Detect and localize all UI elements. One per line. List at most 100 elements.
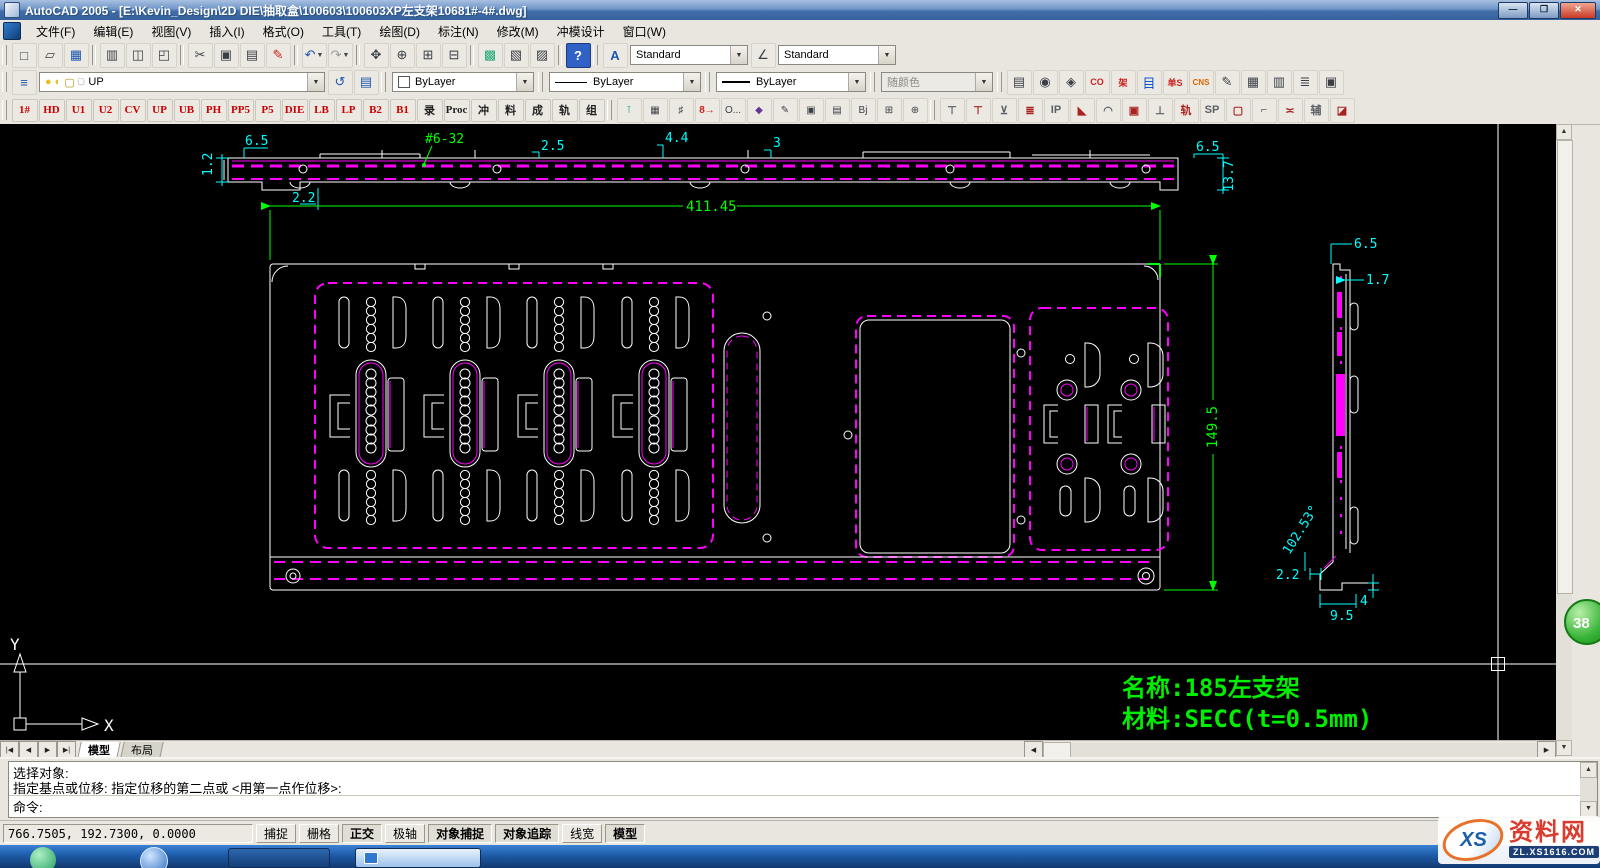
die-tool-icon[interactable]: Bj (851, 98, 876, 123)
die-module-button[interactable]: 1# (12, 99, 38, 122)
properties-toolbar-icon[interactable]: ▦ (1241, 70, 1266, 95)
menu-item[interactable]: 视图(V) (142, 21, 200, 42)
toolbar-grip[interactable] (593, 45, 598, 65)
properties-toolbar-icon[interactable]: ≣ (1293, 70, 1318, 95)
properties-toolbar-icon[interactable]: ▣ (1319, 70, 1344, 95)
die-tool-icon[interactable]: O... (721, 98, 746, 123)
die-tool-icon[interactable]: ⊺ (617, 98, 642, 123)
die-tool-icon[interactable]: 8→ (695, 98, 720, 123)
prev-tab-icon[interactable]: ◀ (19, 741, 38, 758)
properties-toolbar-icon[interactable]: ✎ (1215, 70, 1240, 95)
die-tool-icon[interactable]: ▣ (799, 98, 824, 123)
color-combo[interactable]: ByLayer ▼ (392, 72, 534, 92)
toolbar-grip[interactable] (930, 100, 935, 120)
command-prompt[interactable]: 命令: (13, 797, 1577, 812)
toolbar-grip[interactable] (705, 72, 710, 92)
die-tool-icon[interactable]: ⊕ (903, 98, 928, 123)
status-toggle[interactable]: 极轴 (385, 824, 425, 843)
die-module-button[interactable]: B1 (390, 99, 416, 122)
help-icon[interactable]: ? (566, 43, 591, 68)
properties-toolbar-icon[interactable]: CNS (1189, 70, 1214, 95)
lineweight-combo[interactable]: ByLayer ▼ (716, 72, 866, 92)
punch-tool-icon[interactable]: ⊻ (992, 98, 1017, 123)
die-module-button[interactable]: Proc (444, 99, 470, 122)
die-tool-icon[interactable]: ▦ (643, 98, 668, 123)
layer-previous-icon[interactable]: ↺ (328, 70, 353, 95)
first-tab-icon[interactable]: |◀ (0, 741, 19, 758)
menu-item[interactable]: 标注(N) (429, 21, 488, 42)
die-module-button[interactable]: 录 (417, 99, 443, 122)
punch-tool-icon[interactable]: SP (1200, 98, 1225, 123)
menu-item[interactable]: 工具(T) (313, 21, 370, 42)
zoom-window-icon[interactable]: ⊞ (416, 43, 441, 68)
die-module-button[interactable]: B2 (363, 99, 389, 122)
status-toggle[interactable]: 正交 (342, 824, 382, 843)
chevron-down-icon[interactable]: ▼ (683, 73, 700, 91)
die-module-button[interactable]: 组 (579, 99, 605, 122)
chevron-down-icon[interactable]: ▼ (730, 46, 747, 64)
die-module-button[interactable]: CV (120, 99, 146, 122)
properties-toolbar-icon[interactable]: ▥ (1267, 70, 1292, 95)
minimize-button[interactable]: — (1498, 2, 1528, 19)
die-module-button[interactable]: PP5 (228, 99, 254, 122)
punch-tool-icon[interactable]: ◣ (1070, 98, 1095, 123)
scroll-right-icon[interactable]: ▶ (1537, 741, 1556, 758)
toolbar-grip[interactable] (607, 100, 612, 120)
plot-preview-icon[interactable]: ◫ (126, 43, 151, 68)
next-tab-icon[interactable]: ▶ (38, 741, 57, 758)
undo-icon[interactable]: ↶▼ (302, 43, 327, 68)
properties-toolbar-icon[interactable]: ▤ (1007, 70, 1032, 95)
die-module-button[interactable]: UP (147, 99, 173, 122)
die-module-button[interactable]: HD (39, 99, 65, 122)
scrollbar-track[interactable] (1071, 743, 1537, 757)
dim-style-icon[interactable]: ∠ (751, 43, 776, 68)
scroll-up-icon[interactable]: ▲ (1580, 762, 1597, 778)
scroll-left-icon[interactable]: ◀ (1024, 741, 1043, 758)
taskbar-button-active[interactable] (355, 848, 481, 868)
die-tool-icon[interactable]: ♯ (669, 98, 694, 123)
tab-layout[interactable]: 布局 (120, 742, 163, 758)
scroll-down-icon[interactable]: ▼ (1580, 801, 1597, 817)
toolbar-grip[interactable] (2, 45, 7, 65)
die-module-button[interactable]: LP (336, 99, 362, 122)
layer-manager-icon[interactable]: ≡ (12, 70, 37, 95)
pan-icon[interactable]: ✥ (364, 43, 389, 68)
markup-icon[interactable]: ▨ (530, 43, 555, 68)
zoom-realtime-icon[interactable]: ⊕ (390, 43, 415, 68)
die-tool-icon[interactable]: ✎ (773, 98, 798, 123)
punch-tool-icon[interactable]: ⌐ (1252, 98, 1277, 123)
cut-icon[interactable]: ✂ (188, 43, 213, 68)
menu-item[interactable]: 格式(O) (254, 21, 313, 42)
punch-tool-icon[interactable]: ▣ (1122, 98, 1147, 123)
floating-badge[interactable]: 38 (1564, 596, 1600, 650)
chevron-down-icon[interactable]: ▼ (307, 73, 324, 91)
dim-style-combo[interactable]: Standard ▼ (778, 45, 896, 65)
toolbar-grip[interactable] (870, 72, 875, 92)
die-tool-icon[interactable]: ◆ (747, 98, 772, 123)
punch-tool-icon[interactable]: ⊤ (940, 98, 965, 123)
die-module-button[interactable]: U2 (93, 99, 119, 122)
taskbar-button[interactable] (228, 848, 330, 868)
properties-toolbar-icon[interactable]: 目 (1137, 70, 1162, 95)
die-module-button[interactable]: U1 (66, 99, 92, 122)
punch-tool-icon[interactable]: ◠ (1096, 98, 1121, 123)
punch-tool-icon[interactable]: ◪ (1330, 98, 1355, 123)
die-module-button[interactable]: 轨 (552, 99, 578, 122)
paste-icon[interactable]: ▤ (240, 43, 265, 68)
open-icon[interactable]: ▱ (38, 43, 63, 68)
layer-color-swatch[interactable]: ■ (78, 76, 85, 89)
layer-freeze-icon[interactable]: ◐ (55, 76, 62, 89)
punch-tool-icon[interactable]: ⊤ (966, 98, 991, 123)
menu-item[interactable]: 冲模设计 (548, 21, 614, 42)
last-tab-icon[interactable]: ▶| (57, 741, 76, 758)
status-toggle[interactable]: 栅格 (299, 824, 339, 843)
menu-item[interactable]: 插入(I) (200, 21, 253, 42)
die-module-button[interactable]: DIE (282, 99, 308, 122)
scroll-down-icon[interactable]: ▼ (1556, 740, 1572, 756)
status-toggle[interactable]: 捕捉 (256, 824, 296, 843)
punch-tool-icon[interactable]: ⊥ (1148, 98, 1173, 123)
text-style-combo[interactable]: Standard ▼ (630, 45, 748, 65)
layer-states-icon[interactable]: ▤ (354, 70, 379, 95)
status-toggle[interactable]: 模型 (605, 824, 645, 843)
menu-item[interactable]: 窗口(W) (614, 21, 675, 42)
